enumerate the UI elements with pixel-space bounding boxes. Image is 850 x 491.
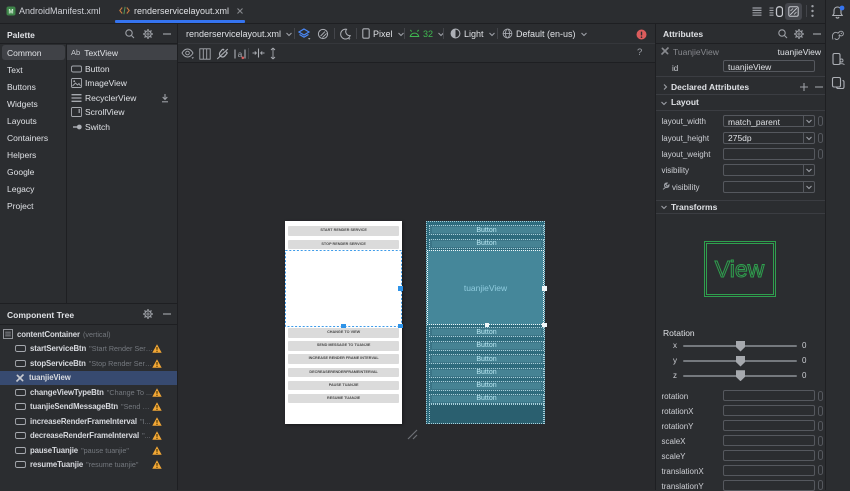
svg-text:M: M xyxy=(9,9,14,15)
